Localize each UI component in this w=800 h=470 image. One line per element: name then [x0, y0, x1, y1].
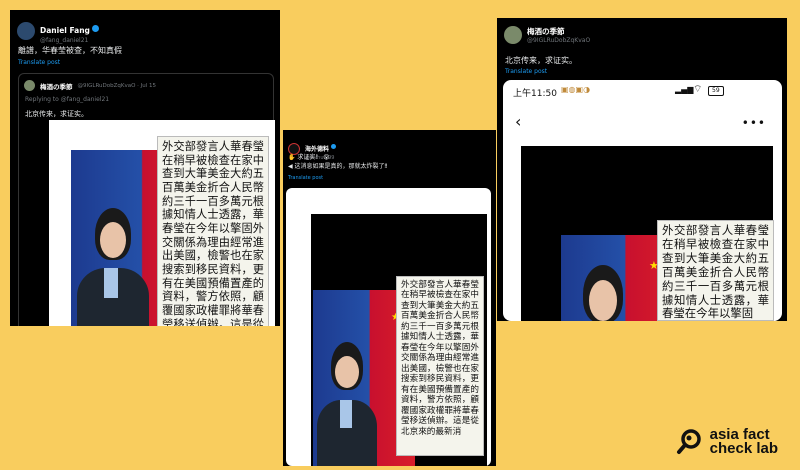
- avatar[interactable]: [17, 22, 35, 40]
- author-name[interactable]: 海外德料: [305, 146, 329, 153]
- translate-link[interactable]: Translate post: [505, 68, 547, 75]
- avatar: [24, 80, 35, 91]
- status-icons: ▣◍▣◑: [561, 85, 591, 94]
- author-handle[interactable]: @fang_daniel21: [40, 37, 99, 44]
- post-text: 北京传来，求证实。: [505, 56, 577, 65]
- post-author-row: Daniel Fang @fang_daniel21: [17, 18, 99, 44]
- verified-icon: [331, 144, 337, 149]
- quoted-author-row: 梅酒の季節 @9IGLRuDobZqKvaO · Jul 15: [24, 80, 156, 91]
- verified-icon: [91, 25, 99, 32]
- post-screenshot-3: 梅酒の季節 @9IGLRuDobZqKvaO 北京传来，求证实。 Transla…: [497, 18, 787, 321]
- post-line-1: ✋ 求证实！ 😮: [288, 154, 330, 161]
- person-face: [589, 280, 617, 321]
- post-author-row: 梅酒の季節 @9IGLRuDobZqKvaO: [504, 26, 590, 44]
- author-name[interactable]: Daniel Fang: [40, 26, 90, 35]
- person-face: [100, 222, 126, 258]
- status-bar: 上午11:50 ▣◍▣◑ ▂▄▆ ⌔ 59: [503, 80, 782, 100]
- person-face: [335, 356, 359, 388]
- document-text: 外交部發言人華春瑩在稍早被檢查在家中查到大筆美金大約五百萬美金折合人民幣約三千一…: [157, 136, 269, 326]
- post-line-2: ◀ 这消息如果是真的，那就太炸裂了‼: [288, 163, 388, 170]
- author-handle[interactable]: @9IGLRuDobZqKvaO: [527, 37, 590, 44]
- quoted-text: 北京传来，求证实。: [25, 110, 88, 118]
- replying-to: Replying to @fang_daniel21: [25, 96, 110, 103]
- translate-link[interactable]: Translate post: [288, 175, 323, 181]
- logo-line-2: check lab: [709, 439, 778, 457]
- quoted-author-name: 梅酒の季節: [40, 82, 73, 91]
- signal-icon: ▂▄▆: [675, 85, 694, 94]
- post-screenshot-2: 海外德料 @zhihui999 ✋ 求证实！ 😮 ◀ 这消息如果是真的，那就太炸…: [283, 130, 496, 466]
- status-time: 上午11:50: [513, 89, 557, 99]
- avatar[interactable]: [504, 26, 522, 44]
- quoted-post[interactable]: 梅酒の季節 @9IGLRuDobZqKvaO · Jul 15 Replying…: [18, 73, 275, 326]
- asia-fact-check-lab-logo: asia fact check lab: [676, 426, 778, 457]
- person-shirt: [104, 268, 118, 298]
- translate-link[interactable]: Translate post: [18, 59, 60, 66]
- battery-icon: 59: [708, 86, 724, 96]
- more-menu-icon[interactable]: •••: [742, 116, 766, 130]
- magnifier-icon: [676, 429, 701, 454]
- document-text: 外交部發言人華春瑩在稍早被檢查在家中查到大筆美金大約五百萬美金折合人民幣約三千一…: [657, 220, 774, 321]
- author-name[interactable]: 梅酒の季節: [527, 26, 590, 37]
- wifi-icon: ⌔: [693, 84, 703, 95]
- back-button[interactable]: ‹: [515, 114, 521, 130]
- phone-screenshot: 上午11:50 ▣◍▣◑ ▂▄▆ ⌔ 59 ‹ ••• ★ 外交部發言人華春瑩在…: [503, 80, 782, 321]
- quoted-author-handle: @9IGLRuDobZqKvaO · Jul 15: [77, 82, 157, 89]
- post-screenshot-1: Daniel Fang @fang_daniel21 離譜，华春莹被查，不知真假…: [10, 10, 280, 326]
- document-text: 外交部發言人華春瑩在稍早被檢查在家中查到大筆美金大約五百萬美金折合人民幣約三千一…: [396, 276, 484, 456]
- person-shirt: [340, 400, 352, 428]
- avatar[interactable]: [288, 142, 300, 155]
- post-text: 離譜，华春莹被查，不知真假: [18, 46, 122, 55]
